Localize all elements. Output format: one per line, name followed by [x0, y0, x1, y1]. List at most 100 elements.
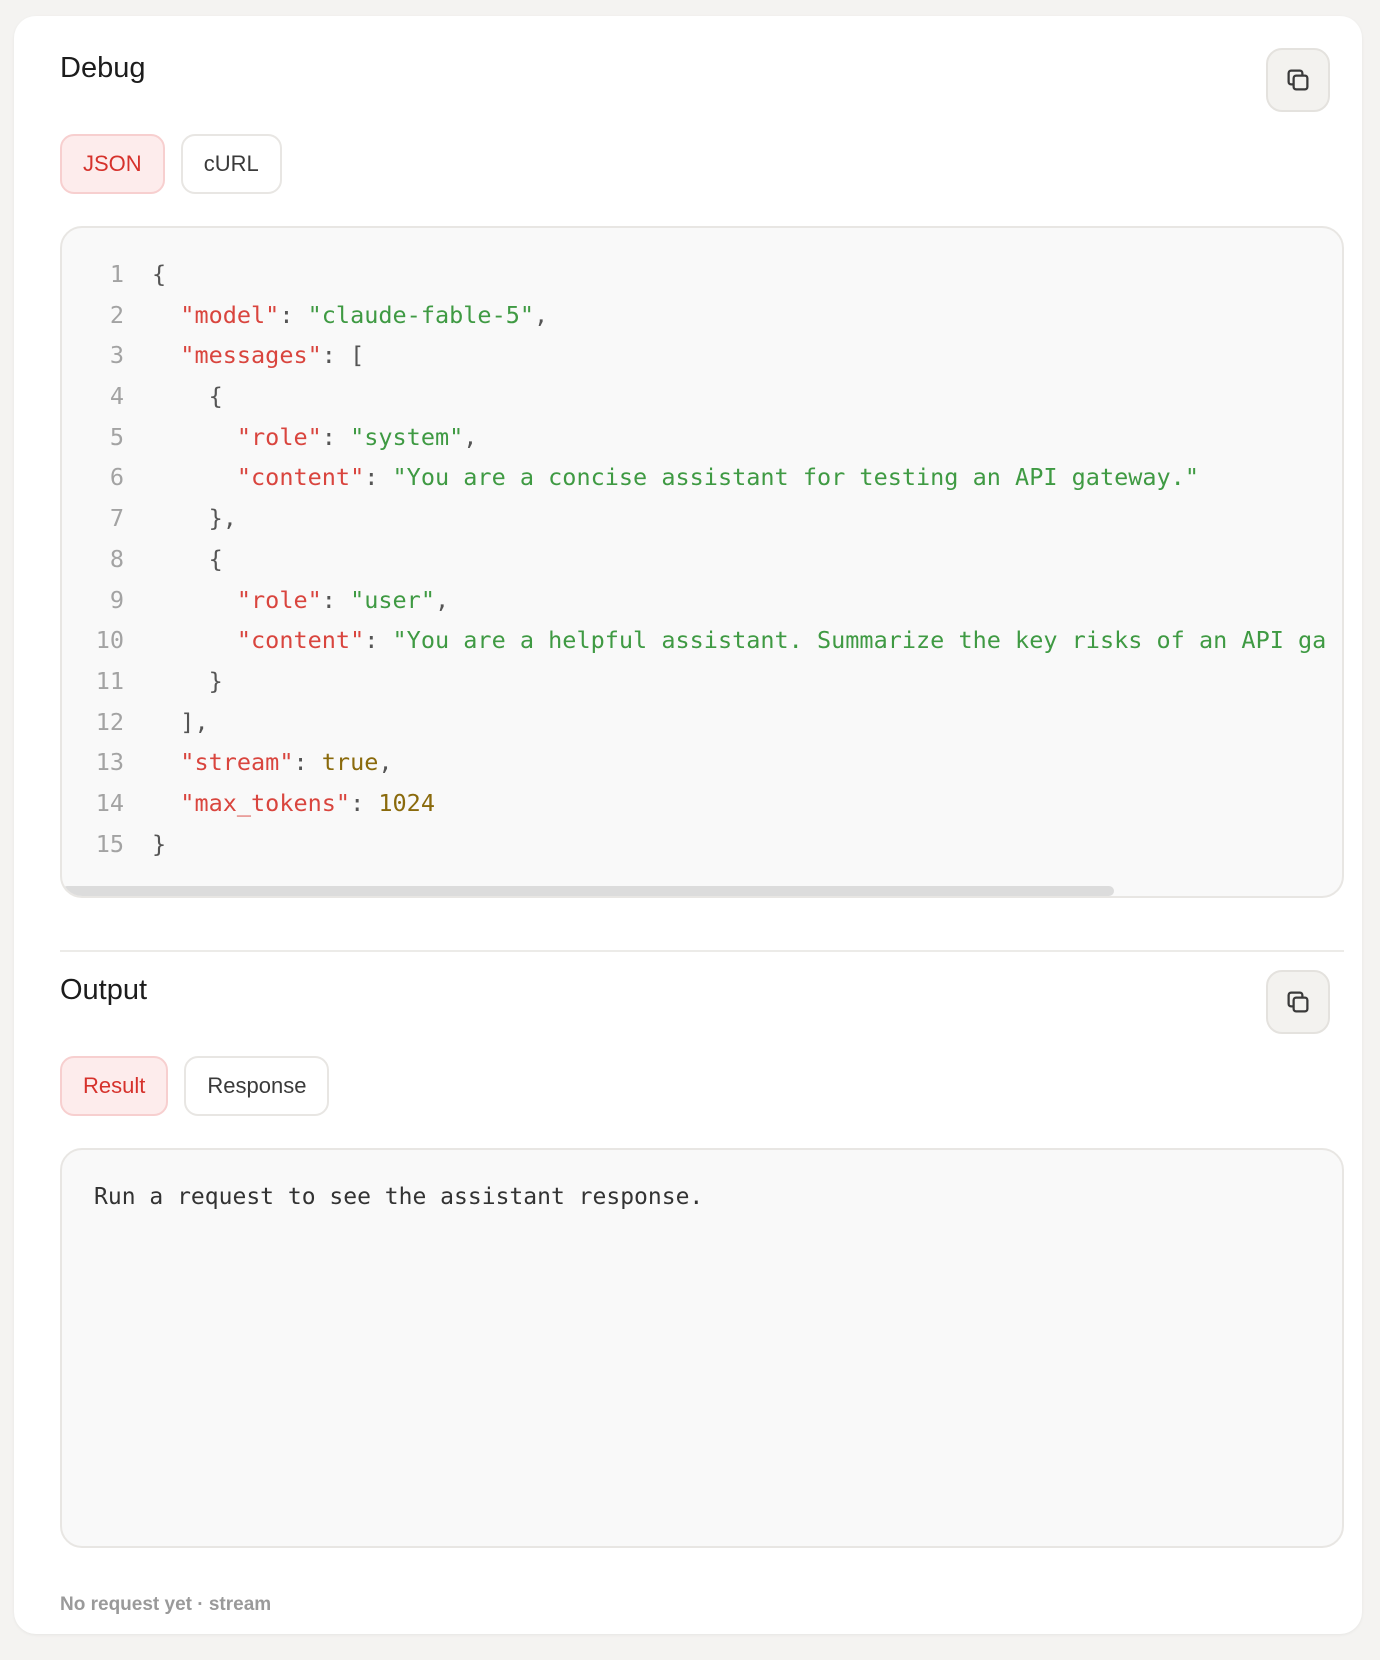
code-token: "You are a helpful assistant. Summarize …	[392, 626, 1327, 655]
code-token: },	[152, 504, 237, 533]
line-number: 8	[109, 544, 124, 573]
code-token: "model"	[180, 300, 280, 329]
line-number: 11	[95, 666, 124, 695]
line-number: 5	[109, 422, 124, 451]
line-number: 10	[95, 626, 124, 655]
code-token: ,	[434, 585, 450, 614]
line-number: 3	[109, 341, 124, 370]
code-token: ,	[378, 748, 393, 777]
code-line: 15}	[62, 824, 1342, 865]
tab-result[interactable]: Result	[60, 1056, 169, 1116]
code-token: "role"	[236, 585, 322, 614]
line-content: "content": "You are a helpful assistant.…	[124, 620, 1326, 661]
code-line: 5 "role": "system",	[62, 417, 1342, 458]
code-token: :	[321, 422, 351, 451]
code-token: {	[152, 544, 223, 573]
debug-output-card: Debug JSON cURL 1{2 "model": "claude-fab…	[14, 16, 1362, 1634]
code-lines: 1{2 "model": "claude-fable-5", 3 "message…	[62, 228, 1342, 864]
code-token: :	[279, 300, 308, 329]
line-number: 1	[109, 260, 124, 288]
code-line: 13 "stream": true,	[62, 742, 1342, 783]
line-number: 6	[109, 463, 124, 492]
debug-header: Debug	[60, 16, 1330, 112]
line-content: "role": "user",	[124, 580, 449, 621]
line-content: {	[124, 376, 223, 417]
code-line: 8 {	[62, 539, 1342, 580]
code-line: 11 }	[62, 661, 1342, 702]
horizontal-scrollbar[interactable]	[62, 886, 1114, 896]
code-line: 3 "messages": [	[62, 335, 1342, 376]
code-token: :	[321, 585, 351, 614]
code-token: "content"	[236, 626, 365, 655]
code-token: ,	[463, 422, 478, 451]
tab-response[interactable]: Response	[184, 1056, 330, 1116]
request-status: No request yet · stream	[60, 1594, 272, 1615]
line-number: 7	[109, 504, 124, 533]
code-token: }	[152, 666, 223, 695]
line-content: },	[124, 498, 237, 539]
line-content: "messages": [	[124, 335, 364, 376]
line-content: "content": "You are a concise assistant …	[124, 457, 1199, 498]
code-token: true	[321, 748, 379, 777]
code-line: 4 {	[62, 376, 1342, 417]
code-token: {	[152, 382, 223, 411]
code-token: "You are a concise assistant for testing…	[392, 463, 1199, 492]
line-content: "model": "claude-fable-5",	[124, 295, 548, 336]
code-token: :	[293, 748, 322, 777]
line-number: 2	[109, 300, 124, 329]
code-token: :	[350, 788, 379, 817]
output-copy-button[interactable]	[1266, 970, 1330, 1034]
code-line: 9 "role": "user",	[62, 580, 1342, 621]
output-viewer[interactable]: Run a request to see the assistant respo…	[60, 1148, 1344, 1548]
output-header: Output	[60, 938, 1330, 1034]
line-number: 12	[95, 707, 124, 736]
line-number: 14	[95, 788, 124, 817]
output-tabs: Result Response	[60, 1056, 330, 1116]
line-content: }	[124, 661, 223, 702]
line-content: {	[124, 254, 166, 295]
code-token: {	[152, 260, 167, 288]
copy-icon	[1287, 991, 1309, 1013]
line-number: 13	[95, 748, 124, 777]
tab-json[interactable]: JSON	[60, 134, 165, 194]
code-token: }	[152, 829, 167, 858]
copy-icon	[1287, 69, 1309, 91]
code-token: "role"	[236, 422, 322, 451]
code-line: 2 "model": "claude-fable-5",	[62, 295, 1342, 336]
line-number: 15	[95, 829, 124, 858]
code-token: :	[364, 463, 393, 492]
line-content: "max_tokens": 1024	[124, 783, 435, 824]
output-placeholder: Run a request to see the assistant respo…	[94, 1184, 704, 1210]
code-token: "messages"	[180, 341, 322, 370]
code-token: "content"	[236, 463, 365, 492]
line-number: 9	[109, 585, 124, 614]
code-token: :	[364, 626, 393, 655]
line-content: ],	[124, 702, 209, 743]
line-content: }	[124, 824, 166, 865]
line-content: "role": "system",	[124, 417, 478, 458]
line-content: "stream": true,	[124, 742, 393, 783]
code-token: "claude-fable-5"	[307, 300, 535, 329]
code-line: 10 "content": "You are a helpful assista…	[62, 620, 1342, 661]
code-token: "stream"	[180, 748, 294, 777]
tab-curl[interactable]: cURL	[180, 134, 282, 194]
line-content: {	[124, 539, 223, 580]
code-token: : [	[321, 341, 365, 370]
debug-copy-button[interactable]	[1266, 48, 1330, 112]
code-line: 6 "content": "You are a concise assistan…	[62, 457, 1342, 498]
debug-title: Debug	[60, 52, 146, 84]
code-token: 1024	[378, 788, 435, 817]
code-token: ],	[152, 707, 209, 736]
code-line: 7 },	[62, 498, 1342, 539]
debug-tabs: JSON cURL	[60, 134, 282, 194]
output-title: Output	[60, 974, 148, 1006]
code-line: 1{	[62, 254, 1342, 295]
json-code-viewer[interactable]: 1{2 "model": "claude-fable-5", 3 "message…	[60, 226, 1344, 898]
code-token: ,	[534, 300, 549, 329]
